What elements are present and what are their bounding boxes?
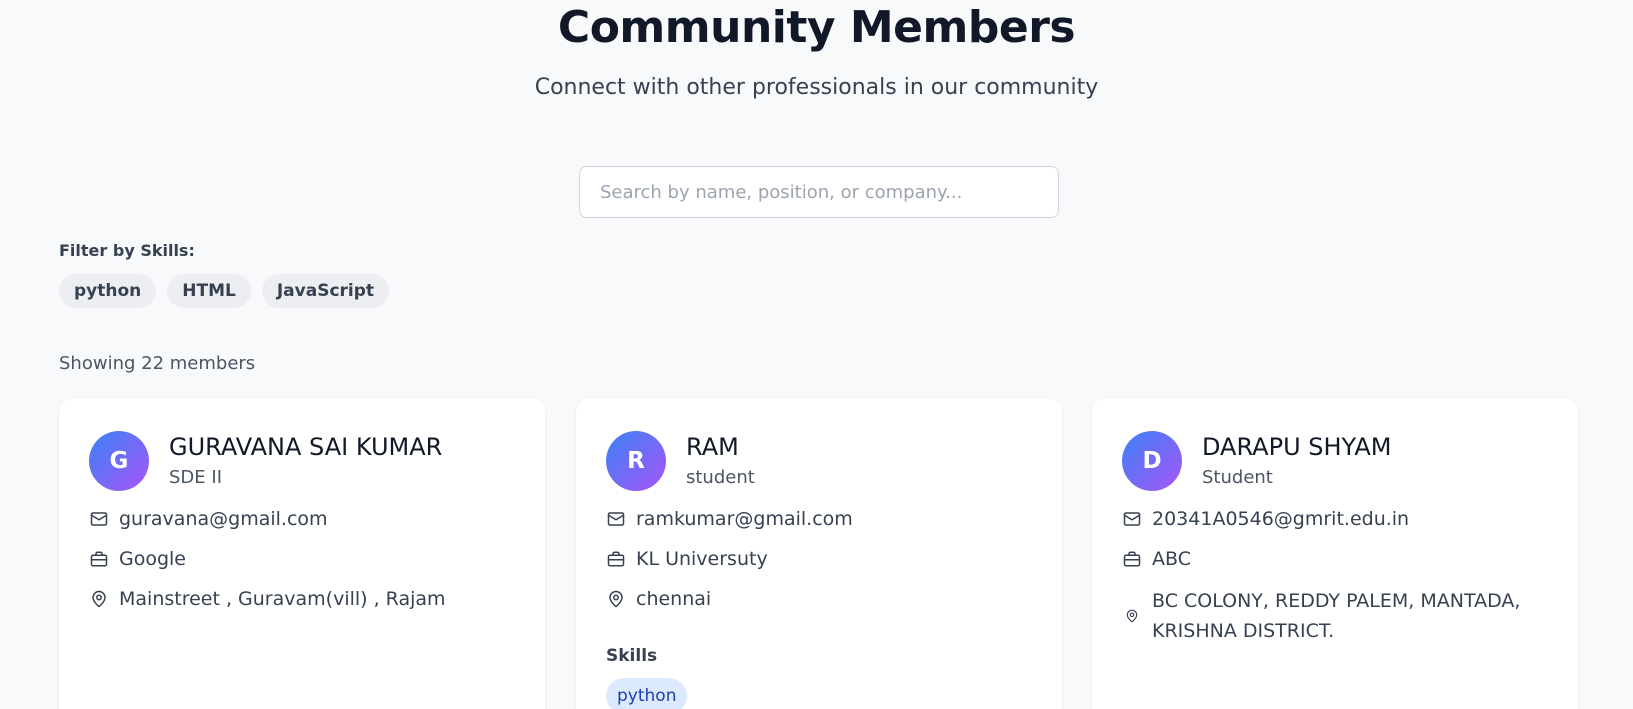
filter-label: Filter by Skills: [59,241,195,260]
mail-icon [1122,509,1142,529]
briefcase-icon [89,549,109,569]
map-pin-icon [606,589,626,609]
avatar: G [89,431,149,491]
member-location-row: Mainstreet , Guravam(vill) , Rajam [89,588,446,610]
skill-filter-python[interactable]: python [59,274,157,308]
member-position: SDE II [169,466,222,488]
avatar: R [606,431,666,491]
member-email-row: guravana@gmail.com [89,508,328,530]
member-count: Showing 22 members [59,353,256,374]
member-company-row: KL Universuty [606,548,768,570]
member-email-row: 20341A0546@gmrit.edu.in [1122,508,1409,530]
member-card[interactable]: G GURAVANA SAI KUMAR SDE II guravana@gma… [59,398,545,709]
skill-filter-chips: python HTML JavaScript [59,274,390,308]
member-email[interactable]: guravana@gmail.com [119,508,328,530]
skill-filter-javascript[interactable]: JavaScript [261,274,390,308]
mail-icon [89,509,109,529]
member-card-header: R RAM student [606,431,755,491]
member-company: Google [119,548,187,570]
member-name: GURAVANA SAI KUMAR [169,432,443,461]
map-pin-icon [1122,606,1142,626]
briefcase-icon [1122,549,1142,569]
member-card[interactable]: D DARAPU SHYAM Student 20341A0546@gmrit.… [1092,398,1578,709]
page-subtitle: Connect with other professionals in our … [534,75,1099,100]
member-email[interactable]: ramkumar@gmail.com [636,508,853,530]
mail-icon [606,509,626,529]
member-company: KL Universuty [636,548,768,570]
member-company-row: Google [89,548,186,570]
member-company: ABC [1152,548,1191,570]
member-position: Student [1202,466,1273,488]
member-location-row: BC COLONY, REDDY PALEM, MANTADA, KRISHNA… [1122,586,1532,646]
skills-label: Skills [606,646,658,666]
member-location: chennai [636,588,712,610]
member-position: student [686,466,755,488]
member-card-header: D DARAPU SHYAM Student [1122,431,1391,491]
search-input[interactable] [579,166,1059,218]
member-name: RAM [686,432,739,461]
member-name: DARAPU SHYAM [1202,432,1392,461]
briefcase-icon [606,549,626,569]
skill-tag: python [606,678,688,709]
member-card[interactable]: R RAM student ramkumar@gmail.com KL Univ… [576,398,1062,709]
avatar: D [1122,431,1182,491]
member-email[interactable]: 20341A0546@gmrit.edu.in [1152,508,1409,530]
member-location: BC COLONY, REDDY PALEM, MANTADA, KRISHNA… [1152,590,1521,642]
member-email-row: ramkumar@gmail.com [606,508,853,530]
member-card-header: G GURAVANA SAI KUMAR SDE II [89,431,442,491]
page-title: Community Members [557,2,1076,53]
member-company-row: ABC [1122,548,1191,570]
member-location-row: chennai [606,588,711,610]
map-pin-icon [89,589,109,609]
skill-filter-html[interactable]: HTML [167,274,251,308]
member-location: Mainstreet , Guravam(vill) , Rajam [119,588,446,610]
